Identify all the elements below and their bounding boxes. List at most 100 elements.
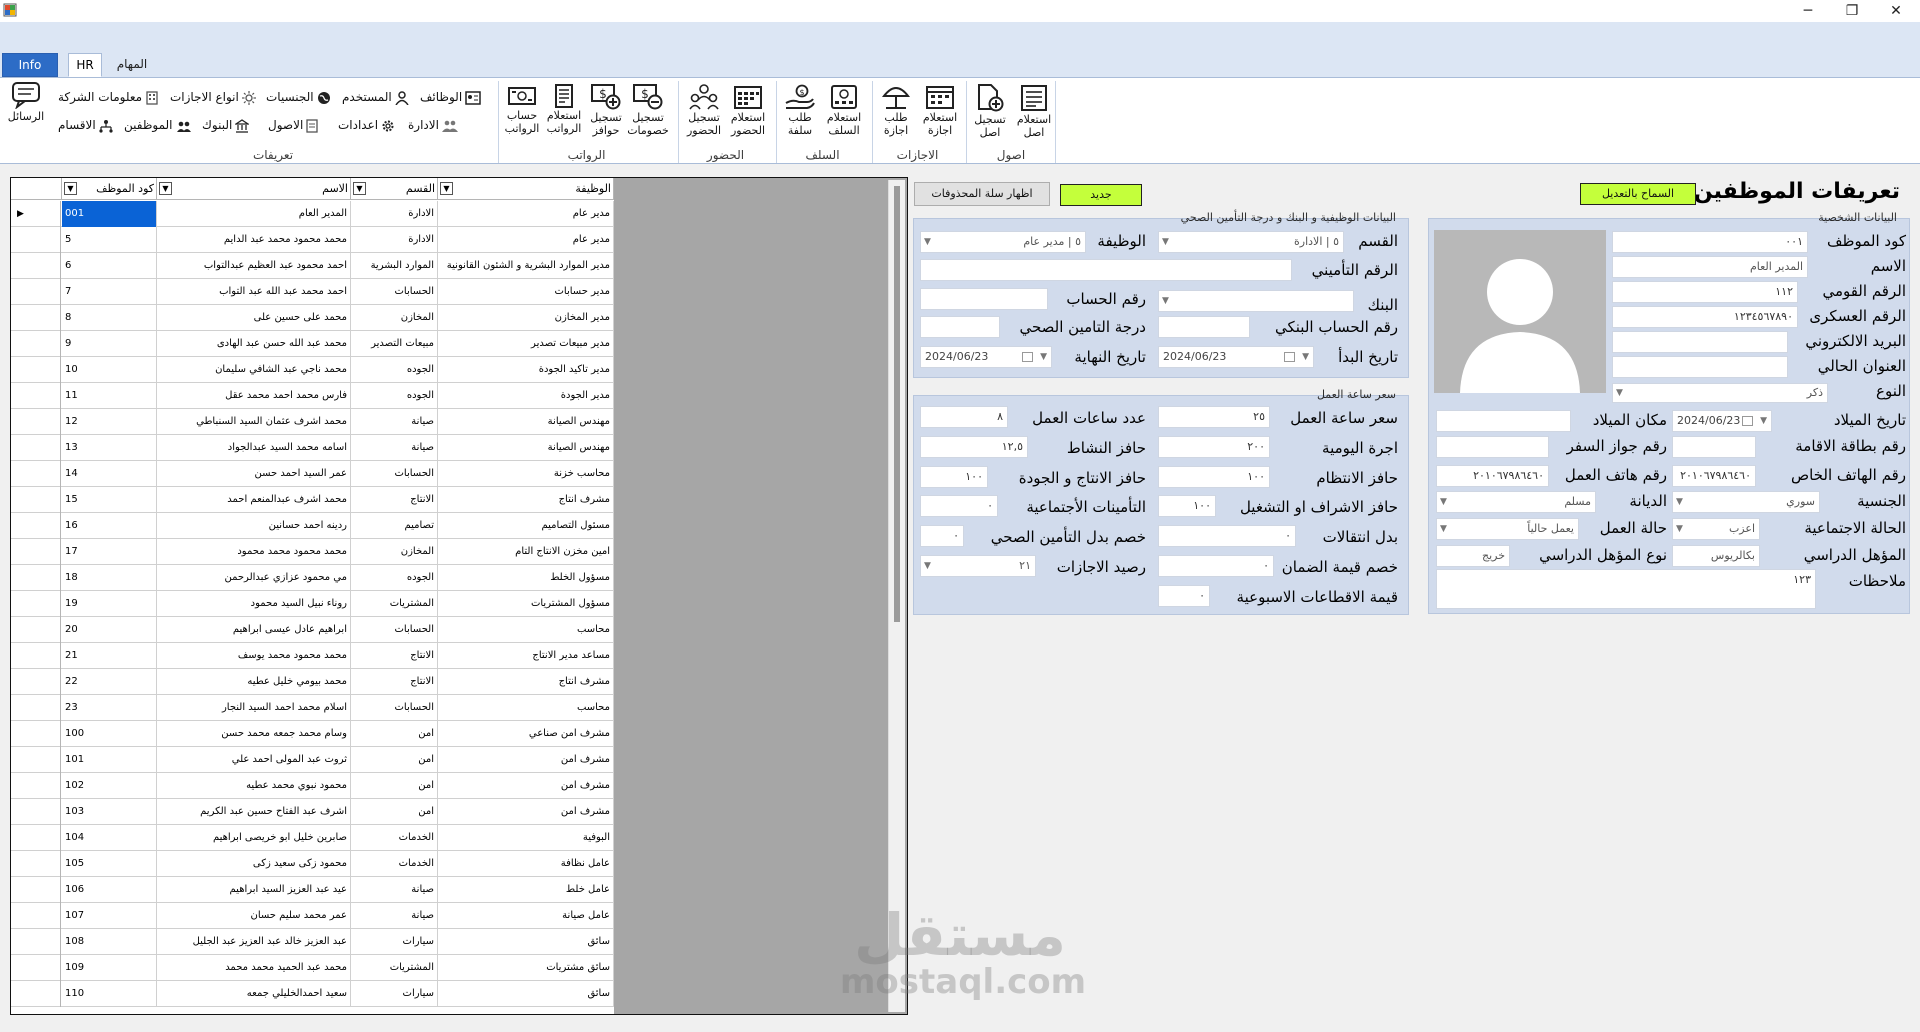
cell-code[interactable]: 5 bbox=[62, 227, 157, 253]
jobs-button[interactable]: الوظائف bbox=[420, 87, 481, 107]
cell-dept[interactable]: امن bbox=[351, 773, 438, 799]
cell-code[interactable]: 18 bbox=[62, 565, 157, 591]
row-header[interactable] bbox=[11, 643, 61, 669]
row-header[interactable] bbox=[11, 357, 61, 383]
cell-code[interactable]: 21 bbox=[62, 643, 157, 669]
cell-code[interactable]: 001 bbox=[62, 201, 157, 227]
cell-job[interactable]: محاسب bbox=[438, 695, 614, 721]
table-row[interactable]: 7 احمد محمد عبد الله عبد التواب الحسابات مد… bbox=[11, 279, 614, 305]
cell-job[interactable]: عامل نظافة bbox=[438, 851, 614, 877]
nationalities-button[interactable]: الجنسيات bbox=[266, 87, 331, 107]
account-number-field[interactable] bbox=[920, 288, 1048, 310]
table-row[interactable]: 22 محمد بيومي خليل عطيه الانتاج مشرف انتاج bbox=[11, 669, 614, 695]
table-row[interactable]: 106 عيد عبد العزيز السيد ابراهيم صيانة عامل… bbox=[11, 877, 614, 903]
filter-dropdown-icon[interactable]: ▼ bbox=[64, 182, 77, 195]
row-header[interactable] bbox=[11, 539, 61, 565]
cell-name[interactable]: فارس محمد احمد محمد عقل bbox=[157, 383, 351, 409]
cell-job[interactable]: مشرف امن bbox=[438, 747, 614, 773]
cell-dept[interactable]: الحسابات bbox=[351, 617, 438, 643]
bank-select[interactable]: ▼ bbox=[1158, 290, 1354, 312]
table-row[interactable]: 107 عمر محمد سليم حسان صيانة عامل صيانة bbox=[11, 903, 614, 929]
row-header[interactable] bbox=[11, 825, 61, 851]
query-salaries-button[interactable]: استعلام الرواتب bbox=[543, 84, 585, 135]
cell-code[interactable]: 11 bbox=[62, 383, 157, 409]
record-incentives-button[interactable]: $ تسجيل حوافز bbox=[585, 84, 627, 137]
email-field[interactable] bbox=[1612, 331, 1788, 353]
cell-dept[interactable]: المشتريات bbox=[351, 955, 438, 981]
table-row[interactable]: 11 فارس محمد احمد محمد عقل الجوده مدير الجو… bbox=[11, 383, 614, 409]
row-header[interactable] bbox=[11, 773, 61, 799]
table-row[interactable]: 12 محمد اشرف عثمان السيد السنباطي صيانة مهن… bbox=[11, 409, 614, 435]
qualification-field[interactable]: بكالريوس bbox=[1672, 545, 1760, 567]
employee-code-field[interactable]: ٠٠١ bbox=[1612, 231, 1808, 253]
gender-select[interactable]: ذكر ▼ bbox=[1612, 383, 1828, 403]
cell-job[interactable]: مدير المخازن bbox=[438, 305, 614, 331]
row-header[interactable] bbox=[11, 409, 61, 435]
row-header[interactable] bbox=[11, 461, 61, 487]
cell-name[interactable]: اسامه محمد السيد عبدالجواد bbox=[157, 435, 351, 461]
row-header[interactable] bbox=[11, 279, 61, 305]
row-header[interactable] bbox=[11, 669, 61, 695]
row-header[interactable] bbox=[11, 851, 61, 877]
production-quality-incentive-field[interactable]: ١٠٠ bbox=[920, 466, 988, 488]
end-date-picker[interactable]: 2024/06/23 ▼ bbox=[920, 346, 1052, 368]
table-row[interactable]: 21 محمد محمود محمد يوسف الانتاج مساعد مدير … bbox=[11, 643, 614, 669]
cell-name[interactable]: عيد عبد العزيز السيد ابراهيم bbox=[157, 877, 351, 903]
company-info-button[interactable]: معلومات الشركة bbox=[58, 87, 159, 107]
cell-dept[interactable]: الجوده bbox=[351, 565, 438, 591]
cell-dept[interactable]: المخازن bbox=[351, 305, 438, 331]
cell-dept[interactable]: مبيعات التصدير bbox=[351, 331, 438, 357]
cell-dept[interactable]: الخدمات bbox=[351, 851, 438, 877]
start-date-picker[interactable]: 2024/06/23 ▼ bbox=[1158, 346, 1314, 368]
hour-rate-field[interactable]: ٢٥ bbox=[1158, 406, 1270, 428]
maximize-button[interactable]: ❐ bbox=[1830, 0, 1874, 22]
table-row[interactable]: 23 اسلام محمد احمد السيد النجار الحسابات مح… bbox=[11, 695, 614, 721]
health-insurance-grade-field[interactable] bbox=[920, 316, 1000, 338]
table-row[interactable]: 5 محمد محمود محمد عبد الدايم الادارة مدير ع… bbox=[11, 227, 614, 253]
row-header[interactable] bbox=[11, 721, 61, 747]
guarantee-deduction-field[interactable]: ٠ bbox=[1158, 555, 1274, 577]
cell-dept[interactable]: صيانة bbox=[351, 409, 438, 435]
cell-dept[interactable]: صيانة bbox=[351, 435, 438, 461]
military-number-field[interactable]: ١٢٣٤٥٦٧٨٩٠ bbox=[1612, 306, 1798, 328]
cell-job[interactable]: مدير مبيعات تصدير bbox=[438, 331, 614, 357]
cell-job[interactable]: محاسب bbox=[438, 617, 614, 643]
daily-wage-field[interactable]: ٢٠٠ bbox=[1158, 436, 1270, 458]
cell-name[interactable]: مي محمود عزازي عبدالرحمن bbox=[157, 565, 351, 591]
record-deductions-button[interactable]: $ تسجيل خصومات bbox=[627, 84, 669, 137]
cell-dept[interactable]: الموارد البشرية bbox=[351, 253, 438, 279]
cell-job[interactable]: مسؤول المشتريات bbox=[438, 591, 614, 617]
cell-code[interactable]: 9 bbox=[62, 331, 157, 357]
work-hours-field[interactable]: ٨ bbox=[920, 406, 1008, 428]
row-header[interactable] bbox=[11, 799, 61, 825]
work-status-select[interactable]: يعمل حالياً ▼ bbox=[1436, 518, 1579, 540]
row-header[interactable] bbox=[11, 383, 61, 409]
cell-name[interactable]: وسام محمد جمعه محمد حسن bbox=[157, 721, 351, 747]
row-header[interactable] bbox=[11, 435, 61, 461]
address-field[interactable] bbox=[1612, 356, 1788, 378]
column-header-job[interactable]: الوظيفة ▼ bbox=[438, 178, 614, 200]
cell-job[interactable]: سائق مشتريات bbox=[438, 955, 614, 981]
cell-job[interactable]: مدير الجودة bbox=[438, 383, 614, 409]
row-header[interactable] bbox=[11, 617, 61, 643]
cell-name[interactable]: ثروت عبد المولى احمد علي bbox=[157, 747, 351, 773]
row-header[interactable] bbox=[11, 929, 61, 955]
social-insurance-field[interactable]: ٠ bbox=[920, 495, 998, 517]
table-row[interactable]: 100 وسام محمد جمعه محمد حسن امن مشرف امن صن… bbox=[11, 721, 614, 747]
residence-card-field[interactable] bbox=[1672, 436, 1756, 458]
minimize-button[interactable]: ─ bbox=[1786, 0, 1830, 22]
cell-dept[interactable]: المخازن bbox=[351, 539, 438, 565]
cell-code[interactable]: 107 bbox=[62, 903, 157, 929]
passport-field[interactable] bbox=[1436, 436, 1549, 458]
user-button[interactable]: المستخدم bbox=[342, 87, 409, 107]
job-select[interactable]: ٥ | مدير عام ▼ bbox=[920, 231, 1086, 253]
row-header[interactable] bbox=[11, 591, 61, 617]
nationality-select[interactable]: سوري ▼ bbox=[1672, 491, 1820, 513]
cell-job[interactable]: امين مخزن الانتاج التام bbox=[438, 539, 614, 565]
cell-name[interactable]: محمد محمود محمد عبد الدايم bbox=[157, 227, 351, 253]
cell-dept[interactable]: امن bbox=[351, 721, 438, 747]
cell-name[interactable]: صابرين خليل ابو خريصى ابراهيم bbox=[157, 825, 351, 851]
cell-name[interactable]: احمد محمد عبد الله عبد التواب bbox=[157, 279, 351, 305]
cell-job[interactable]: مدير عام bbox=[438, 227, 614, 253]
cell-job[interactable]: مشرف امن bbox=[438, 799, 614, 825]
